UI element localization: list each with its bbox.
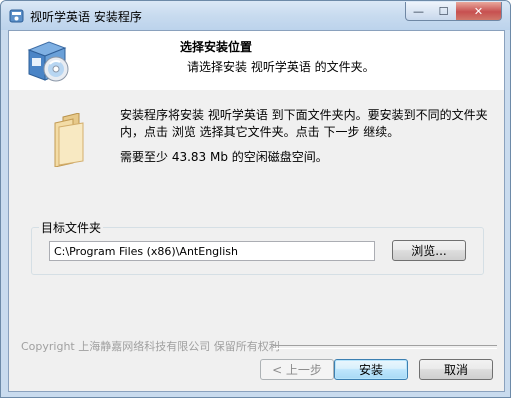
back-button[interactable]: < 上一步 bbox=[260, 359, 334, 380]
minimize-button[interactable]: — bbox=[405, 2, 432, 21]
folder-icon bbox=[54, 113, 84, 167]
space-required-text: 需要至少 43.83 Mb 的空闲磁盘空间。 bbox=[120, 150, 328, 164]
footer-separator bbox=[273, 345, 497, 349]
destination-folder-label: 目标文件夹 bbox=[39, 219, 104, 236]
title-bar[interactable]: 视听学英语 安装程序 — ☐ ✕ bbox=[1, 1, 510, 30]
browse-button[interactable]: 浏览... bbox=[392, 240, 466, 261]
window-title: 视听学英语 安装程序 bbox=[30, 10, 142, 24]
copyright-text: Copyright 上海静嘉网络科技有限公司 保留所有权利 bbox=[21, 340, 280, 353]
installer-window: 视听学英语 安装程序 — ☐ ✕ 选择安装位置 请选择安装 视听学英语 的文件夹… bbox=[0, 0, 511, 398]
installer-app-icon bbox=[9, 9, 24, 23]
header-divider bbox=[9, 89, 504, 90]
installer-box-icon bbox=[27, 41, 69, 82]
destination-path-input[interactable] bbox=[49, 241, 375, 261]
install-button[interactable]: 安装 bbox=[334, 359, 408, 380]
cancel-button[interactable]: 取消 bbox=[419, 359, 493, 380]
page-subtitle: 请选择安装 视听学英语 的文件夹。 bbox=[187, 60, 375, 74]
close-button[interactable]: ✕ bbox=[456, 2, 502, 21]
maximize-button[interactable]: ☐ bbox=[431, 2, 457, 21]
dialog-client-area: 选择安装位置 请选择安装 视听学英语 的文件夹。 安装程序将安装 视听学英语 到… bbox=[8, 30, 505, 392]
page-header: 选择安装位置 请选择安装 视听学英语 的文件夹。 bbox=[9, 31, 504, 90]
page-title: 选择安装位置 bbox=[180, 40, 253, 54]
install-description: 安装程序将安装 视听学英语 到下面文件夹内。要安装到不同的文件夹内，点击 浏览 … bbox=[120, 108, 488, 139]
